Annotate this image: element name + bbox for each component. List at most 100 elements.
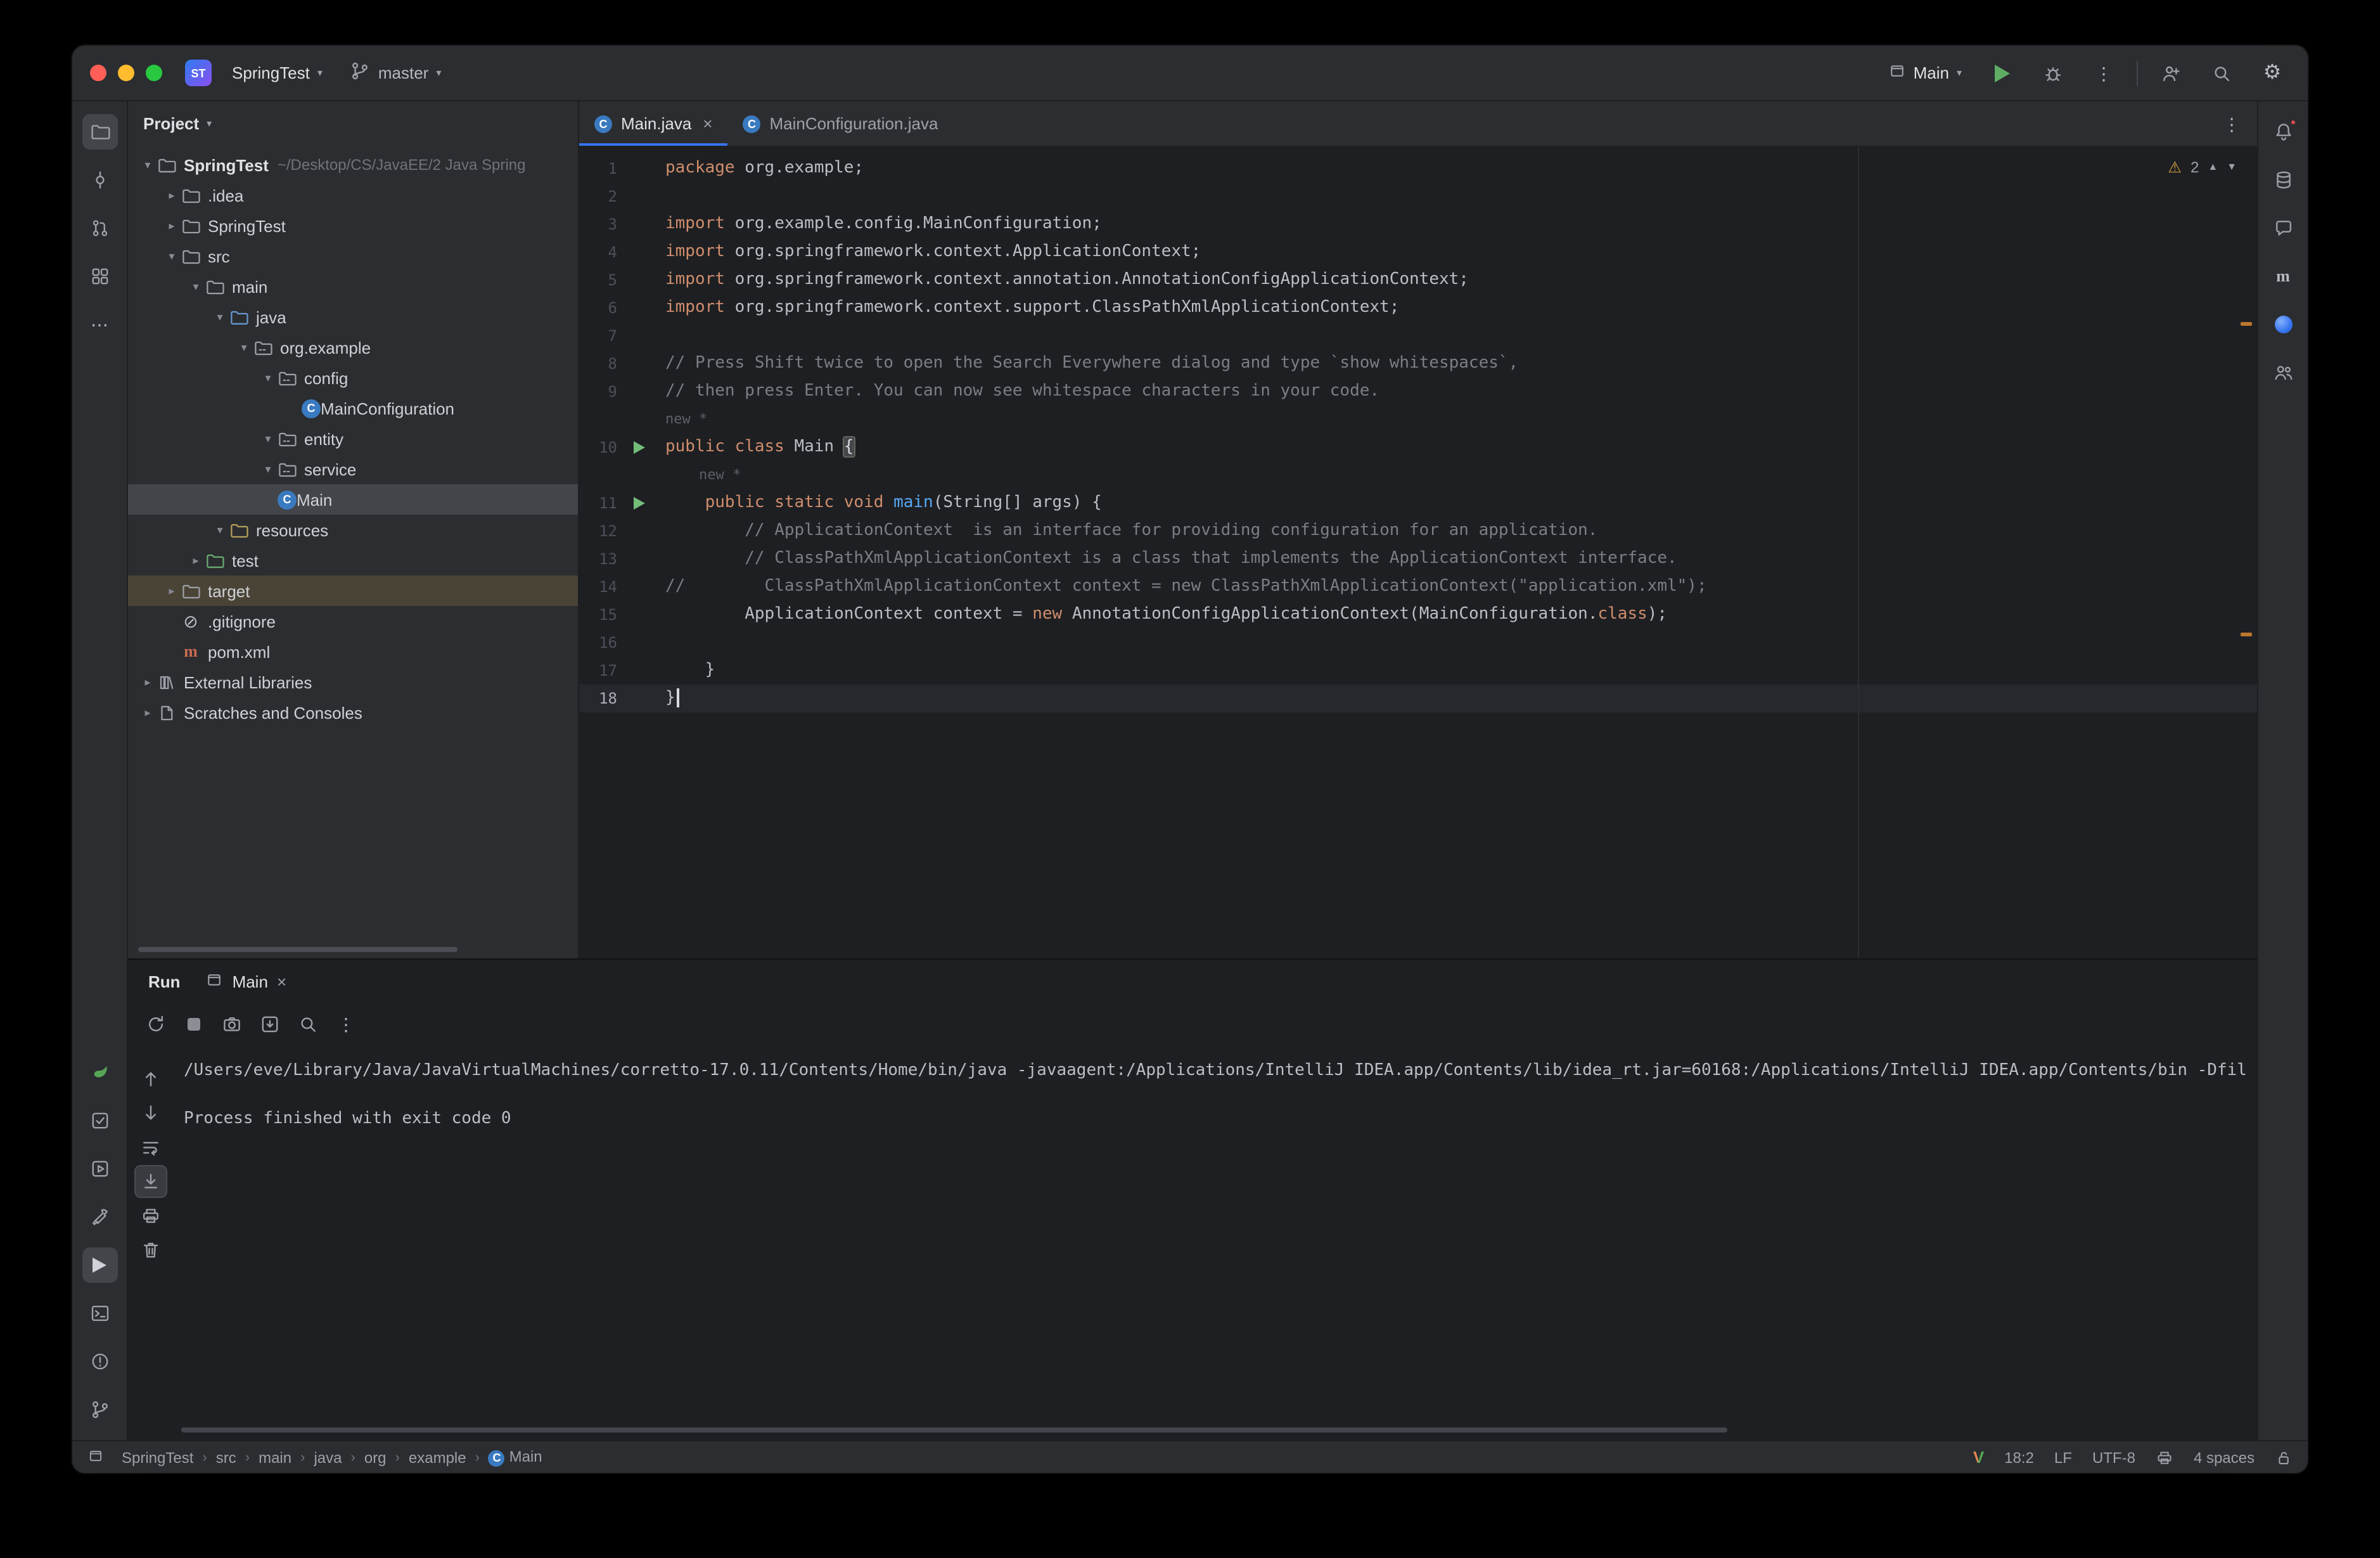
run-configuration-selector[interactable]: Main ▾ [1881, 57, 1969, 89]
zoom-window-button[interactable] [146, 65, 162, 81]
tree-expander-icon[interactable]: ▸ [162, 188, 181, 202]
tree-item--gitignore[interactable]: ⊘ .gitignore [128, 606, 578, 636]
tree-expander-icon[interactable]: ▾ [210, 523, 229, 537]
code-with-me-button[interactable] [2153, 55, 2189, 91]
run-gutter-slot[interactable] [622, 441, 655, 454]
commit-tool-button[interactable] [82, 162, 117, 198]
problems-tool-button[interactable] [82, 1344, 117, 1379]
encoding-widget[interactable]: UTF-8 [2092, 1448, 2135, 1466]
tree-item-main[interactable]: ▾ main [128, 271, 578, 302]
tree-expander-icon[interactable]: ▾ [162, 249, 181, 263]
caret-position-widget[interactable]: 18:2 [2004, 1448, 2034, 1466]
code-line-1[interactable]: 1 package org.example; [579, 155, 2257, 183]
maven-tool-button[interactable]: m [2265, 259, 2301, 294]
search-everywhere-button[interactable] [2204, 55, 2239, 91]
tree-expander-icon[interactable]: ▸ [186, 553, 205, 567]
people-tool-button[interactable] [2265, 355, 2301, 390]
build-tool-button[interactable] [82, 1199, 117, 1235]
pull-requests-tool-button[interactable] [82, 210, 117, 246]
code-line-16[interactable]: 16 [579, 629, 2257, 657]
minimize-window-button[interactable] [118, 65, 134, 81]
tree-item-external-libraries[interactable]: ▸ External Libraries [128, 667, 578, 697]
terminal-tool-button[interactable] [82, 1296, 117, 1331]
code-line-15[interactable]: 15 ApplicationContext context = new Anno… [579, 601, 2257, 629]
stop-button[interactable] [179, 1009, 209, 1040]
breadcrumb-src[interactable]: src [216, 1448, 236, 1466]
tree-expander-icon[interactable]: ▾ [259, 371, 278, 385]
printer-widget[interactable] [2156, 1448, 2173, 1466]
tree-expander-icon[interactable]: ▾ [186, 280, 205, 293]
code-line-4[interactable]: 4 import org.springframework.context.Appl… [579, 238, 2257, 266]
project-selector[interactable]: SpringTest ▾ [224, 58, 330, 87]
tree-item-test[interactable]: ▸ test [128, 545, 578, 576]
warning-stripe-mark[interactable] [2241, 322, 2252, 326]
tree-expander-icon[interactable]: ▸ [162, 219, 181, 233]
horizontal-scrollbar[interactable] [138, 947, 457, 952]
editor-tab-main-java[interactable]: C Main.java × [579, 101, 727, 146]
scroll-to-end-button[interactable] [136, 1166, 166, 1197]
tree-expander-icon[interactable]: ▾ [234, 340, 253, 354]
breadcrumb-main[interactable]: main [259, 1448, 291, 1466]
line-separator-widget[interactable]: LF [2054, 1448, 2072, 1466]
run-tab-main[interactable]: Main × [206, 970, 286, 992]
code-line-10[interactable]: 10 public class Main { [579, 434, 2257, 461]
inlay-hint-line[interactable]: new * [579, 406, 2257, 434]
clear-button[interactable] [136, 1235, 166, 1265]
tree-expander-icon[interactable]: ▸ [138, 705, 157, 719]
rerun-button[interactable] [141, 1009, 171, 1040]
services-tool-button[interactable] [82, 1151, 117, 1187]
more-vertical-button[interactable]: ⋮ [331, 1009, 361, 1040]
branch-selector[interactable]: master ▾ [343, 56, 449, 90]
tree-item-springtest[interactable]: ▾ SpringTest ~/Desktop/CS/JavaEE/2 Java Sp… [128, 150, 578, 180]
run-line-icon[interactable] [633, 441, 644, 454]
bell-tool-button[interactable] [2265, 114, 2301, 150]
project-panel-header[interactable]: Project ▾ [128, 101, 578, 145]
structure-tool-button[interactable] [82, 259, 117, 294]
breadcrumb-example[interactable]: example [409, 1448, 466, 1466]
breadcrumb-springtest[interactable]: SpringTest [122, 1448, 193, 1466]
tree-expander-icon[interactable]: ▾ [210, 310, 229, 324]
tree-item--idea[interactable]: ▸ .idea [128, 180, 578, 210]
ideavim-widget[interactable]: V [1973, 1448, 1984, 1467]
project-tool-button[interactable] [82, 114, 117, 150]
tree-expander-icon[interactable]: ▾ [259, 432, 278, 446]
code-line-17[interactable]: 17 } [579, 657, 2257, 685]
tree-item-main[interactable]: C Main [128, 484, 578, 515]
code-line-11[interactable]: 11 public static void main(String[] args… [579, 489, 2257, 517]
code-editor[interactable]: 1 package org.example; 2 3 import org.exampl… [579, 147, 2257, 958]
close-window-button[interactable] [90, 65, 106, 81]
code-line-18[interactable]: 18} [579, 685, 2257, 712]
tree-expander-icon[interactable]: ▾ [138, 158, 157, 172]
soft-wrap-button[interactable] [136, 1132, 166, 1162]
more-horizontal-tool-button[interactable]: ⋯ [82, 307, 117, 342]
breadcrumb-main[interactable]: C Main [488, 1448, 542, 1467]
code-line-6[interactable]: 6 import org.springframework.context.supp… [579, 294, 2257, 322]
search-button[interactable] [293, 1009, 323, 1040]
close-icon[interactable]: × [277, 972, 286, 991]
down-button[interactable] [136, 1098, 166, 1128]
print-button[interactable] [136, 1201, 166, 1231]
editor-tab-mainconfiguration-java[interactable]: C MainConfiguration.java [727, 101, 953, 146]
code-line-8[interactable]: 8 // Press Shift twice to open the Search… [579, 350, 2257, 378]
tree-item-scratches-and-consoles[interactable]: ▸ Scratches and Consoles [128, 697, 578, 728]
todo-tool-button[interactable] [82, 1103, 117, 1138]
tree-expander-icon[interactable]: ▸ [138, 675, 157, 689]
settings-button[interactable]: ⚙ [2255, 55, 2290, 91]
code-line-12[interactable]: 12 // ApplicationContext is an interface… [579, 517, 2257, 545]
up-button[interactable] [136, 1064, 166, 1094]
code-line-5[interactable]: 5 import org.springframework.context.anno… [579, 266, 2257, 294]
run-button[interactable] [1985, 55, 2020, 91]
tab-options-button[interactable]: ⋮ [2214, 106, 2249, 141]
database-tool-button[interactable] [2265, 162, 2301, 198]
tree-item-springtest[interactable]: ▸ SpringTest [128, 210, 578, 241]
tree-expander-icon[interactable]: ▸ [162, 584, 181, 598]
more-actions-button[interactable]: ⋮ [2086, 55, 2121, 91]
tree-item-org-example[interactable]: ▾ org.example [128, 332, 578, 363]
tree-item-resources[interactable]: ▾ resources [128, 515, 578, 545]
write-access-lock[interactable] [2275, 1448, 2293, 1466]
tree-item-target[interactable]: ▸ target [128, 576, 578, 606]
next-problem-icon[interactable]: ▼ [2227, 153, 2237, 181]
code-line-13[interactable]: 13 // ClassPathXmlApplicationContext is … [579, 545, 2257, 573]
tree-item-mainconfiguration[interactable]: C MainConfiguration [128, 393, 578, 423]
breadcrumb-org[interactable]: org [364, 1448, 387, 1466]
